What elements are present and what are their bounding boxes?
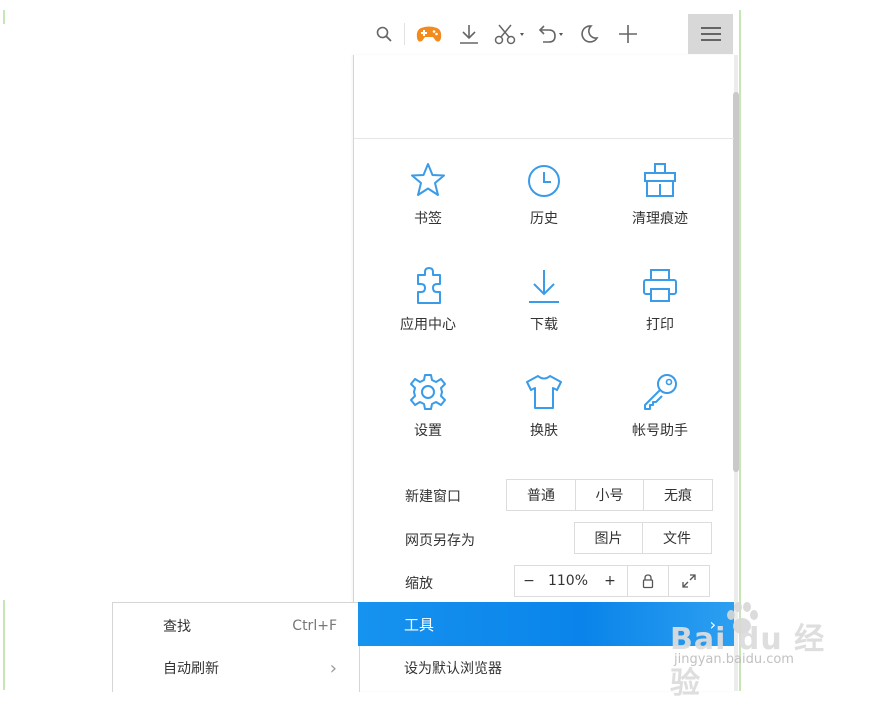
skin-button[interactable]: 换肤 [486,372,602,472]
new-tab-icon [619,25,637,43]
clock-icon [528,165,560,197]
night-mode-icon [581,25,599,43]
save-page-as-options: 图片 文件 [574,522,712,554]
new-window-normal-button[interactable]: 普通 [507,480,576,510]
user-account-area[interactable] [354,56,734,139]
puzzle-icon [417,267,441,304]
account-assistant-label: 帐号助手 [632,423,688,439]
chevron-right-icon: › [329,657,337,679]
app-center-label: 应用中心 [400,317,456,333]
skin-label: 换肤 [530,423,558,439]
left-edge-line-bottom [3,600,5,690]
tshirt-icon [526,375,562,409]
auto-refresh-menu-item[interactable]: 自动刷新 › [113,647,359,689]
find-shortcut: Ctrl+F [292,618,337,634]
settings-button[interactable]: 设置 [370,372,486,472]
clear-traces-button[interactable]: 清理痕迹 [602,160,718,260]
tools-menu-item[interactable]: 工具 › [358,602,734,646]
game-button[interactable] [409,14,449,54]
print-label: 打印 [646,317,674,333]
undo-icon [538,25,563,43]
search-icon [376,26,392,42]
find-label: 查找 [163,619,191,635]
save-page-as-label: 网页另存为 [405,533,475,549]
set-default-browser-menu-item[interactable]: 设为默认浏览器 [358,646,734,690]
fullscreen-icon [682,574,696,588]
tools-label: 工具 [404,615,435,634]
zoom-level: 110% [547,573,589,589]
gear-icon [410,374,446,410]
screenshot-button[interactable] [489,14,531,54]
zoom-out-button[interactable]: − [515,566,543,596]
account-assistant-button[interactable]: 帐号助手 [602,372,718,472]
browser-toolbar [368,14,649,54]
download-button[interactable] [449,14,489,54]
zoom-in-button[interactable]: + [593,566,628,596]
new-window-label: 新建窗口 [405,489,461,505]
scissors-icon [494,24,524,45]
left-edge-line [3,10,5,24]
downloads-label: 下载 [530,317,558,333]
clear-traces-label: 清理痕迹 [632,211,688,227]
auto-refresh-label: 自动刷新 [163,661,219,677]
menu-icon [700,27,721,41]
menu-scrollbar-thumb[interactable] [733,92,739,472]
save-as-image-button[interactable]: 图片 [575,523,643,553]
main-menu-button[interactable] [688,14,733,54]
key-icon [644,374,677,410]
zoom-label: 缩放 [405,576,433,592]
fullscreen-button[interactable] [669,566,709,596]
night-mode-button[interactable] [571,14,607,54]
download-icon [529,270,559,303]
new-window-small-button[interactable]: 小号 [576,480,644,510]
set-default-browser-label: 设为默认浏览器 [404,661,502,677]
zoom-lock-button[interactable] [628,566,669,596]
history-button[interactable]: 历史 [486,160,602,260]
settings-label: 设置 [414,423,442,439]
app-center-button[interactable]: 应用中心 [370,266,486,366]
tools-submenu: 查找 Ctrl+F 自动刷新 › [112,602,360,692]
save-as-file-button[interactable]: 文件 [643,523,711,553]
downloads-button[interactable]: 下载 [486,266,602,366]
history-label: 历史 [530,211,558,227]
toolbar-separator [404,23,405,45]
download-icon [460,25,478,44]
new-window-options: 普通 小号 无痕 [506,479,713,511]
new-window-incognito-button[interactable]: 无痕 [644,480,712,510]
print-button[interactable]: 打印 [602,266,718,366]
lock-icon [642,574,654,589]
search-button[interactable] [368,14,400,54]
new-tab-button[interactable] [607,14,649,54]
game-controller-icon [416,26,442,42]
broom-icon [644,163,676,197]
printer-icon [643,269,677,302]
bookmarks-button[interactable]: 书签 [370,160,486,260]
find-menu-item[interactable]: 查找 Ctrl+F [113,605,359,647]
zoom-controls: − 110% + [514,565,710,597]
undo-close-button[interactable] [531,14,571,54]
star-icon [411,163,445,196]
right-edge-line [739,10,741,691]
chevron-right-icon: › [709,614,716,634]
bookmarks-label: 书签 [414,211,442,227]
